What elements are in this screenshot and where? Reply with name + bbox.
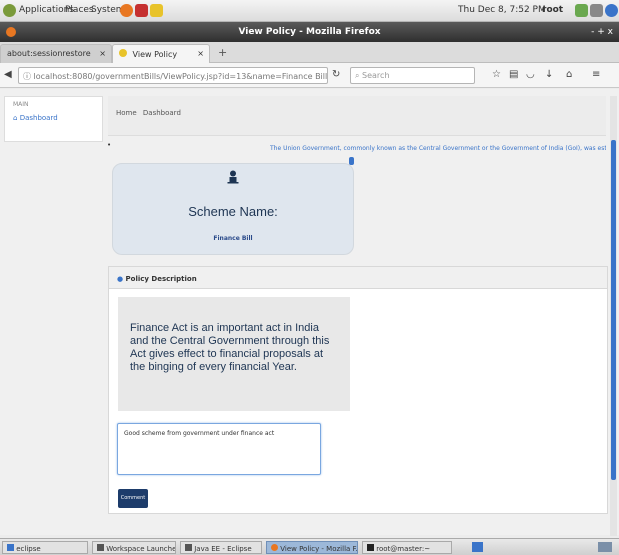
close-icon[interactable]: × [197,49,204,58]
news-ticker[interactable]: The Union Government, commonly known as … [270,145,606,152]
tab-label: View Policy [132,50,178,59]
firefox-icon [271,544,278,551]
reload-icon[interactable]: ↻ [332,69,340,80]
policy-header: ● Policy Description [108,266,608,289]
taskbar-label: eclipse [16,545,41,553]
info-icon: ● [117,275,124,283]
notes-launcher-icon[interactable] [150,4,163,17]
info-icon[interactable]: ⓘ [23,72,31,81]
comment-input[interactable]: Good scheme from government under financ… [117,423,321,475]
window-icon [97,544,104,551]
url-bar[interactable]: ⓘ localhost:8080/governmentBills/ViewPol… [18,67,328,84]
url-text: localhost:8080/governmentBills/ViewPolic… [33,72,328,81]
window-titlebar: View Policy - Mozilla Firefox - + x [0,22,619,42]
tab-bar: about:sessionrestore × View Policy × + [0,42,619,63]
window-icon [185,544,192,551]
sidebar-item-label: Dashboard [19,114,58,122]
places-menu[interactable]: Places [65,5,94,15]
taskbar-item-java-ee-eclipse[interactable]: Java EE - Eclipse [180,541,262,554]
taskbar-label: Java EE - Eclipse [194,545,252,553]
tab-sessionrestore[interactable]: about:sessionrestore × [0,44,112,63]
back-icon[interactable]: ◀ [4,69,12,80]
taskbar-item-workspace-launcher[interactable]: Workspace Launcher [92,541,176,554]
user-name[interactable]: root [542,5,563,15]
taskbar-item-terminal[interactable]: root@master:~ [362,541,452,554]
window-title: View Policy - Mozilla Firefox [238,27,381,37]
search-placeholder: Search [362,71,390,80]
taskbar-label: View Policy - Mozilla F... [280,545,358,553]
applications-icon[interactable] [3,4,16,17]
search-input[interactable]: ⌕ Search [350,67,475,84]
sidebar-item-dashboard[interactable]: ⌂ Dashboard [5,112,102,124]
taskbar-item-firefox[interactable]: View Policy - Mozilla F... [266,541,358,554]
home-icon: ⌂ [13,114,18,122]
close-icon[interactable]: × [99,49,106,58]
tab-view-policy[interactable]: View Policy × [112,44,210,63]
pin-icon [349,157,354,165]
user-icon [227,170,239,184]
window-icon [7,544,14,551]
scrollbar-thumb[interactable] [611,140,616,480]
trash-icon[interactable] [598,542,612,552]
sidebar-heading: MAIN [13,101,29,108]
scheme-title: Scheme Name: [188,204,278,219]
breadcrumb-current[interactable]: Dashboard [143,109,181,117]
network-icon[interactable] [575,4,588,17]
reading-list-icon[interactable]: ▤ [509,69,518,80]
new-tab-icon[interactable]: + [218,46,227,59]
policy-header-label: Policy Description [125,275,197,283]
power-icon[interactable] [605,4,618,17]
taskbar: eclipse Workspace Launcher Java EE - Ecl… [0,538,619,555]
menu-icon[interactable]: ≡ [592,69,600,80]
top-panel: Applications Places System Thu Dec 8, 7:… [0,0,619,22]
comment-button[interactable]: Comment [118,489,148,508]
policy-description: Finance Act is an important act in India… [118,297,350,411]
taskbar-label: root@master:~ [376,545,431,553]
taskbar-item-eclipse[interactable]: eclipse [2,541,88,554]
bullet: • [107,141,112,149]
breadcrumb: Home Dashboard [108,96,606,136]
page-favicon-icon [119,49,127,57]
scheme-value: Finance Bill [213,235,253,242]
terminal-icon [367,544,374,551]
taskbar-label: Workspace Launcher [106,545,176,553]
clock[interactable]: Thu Dec 8, 7:52 PM [458,5,546,15]
workspace-switcher-icon[interactable] [472,542,483,552]
tab-label: about:sessionrestore [7,49,91,58]
pocket-icon[interactable]: ◡ [526,69,535,80]
help-launcher-icon[interactable] [135,4,148,17]
home-icon[interactable]: ⌂ [566,69,572,80]
volume-icon[interactable] [590,4,603,17]
scheme-card: Scheme Name: Finance Bill [112,163,354,255]
download-icon[interactable]: ↓ [545,69,553,80]
window-controls[interactable]: - + x [591,22,613,42]
breadcrumb-home[interactable]: Home [116,109,137,117]
firefox-launcher-icon[interactable] [120,4,133,17]
search-icon: ⌕ [355,71,363,80]
firefox-icon [6,27,16,37]
sidebar: MAIN ⌂ Dashboard [4,96,103,142]
bookmark-star-icon[interactable]: ☆ [492,69,501,80]
navigation-bar: ◀ ⓘ localhost:8080/governmentBills/ViewP… [0,63,619,88]
